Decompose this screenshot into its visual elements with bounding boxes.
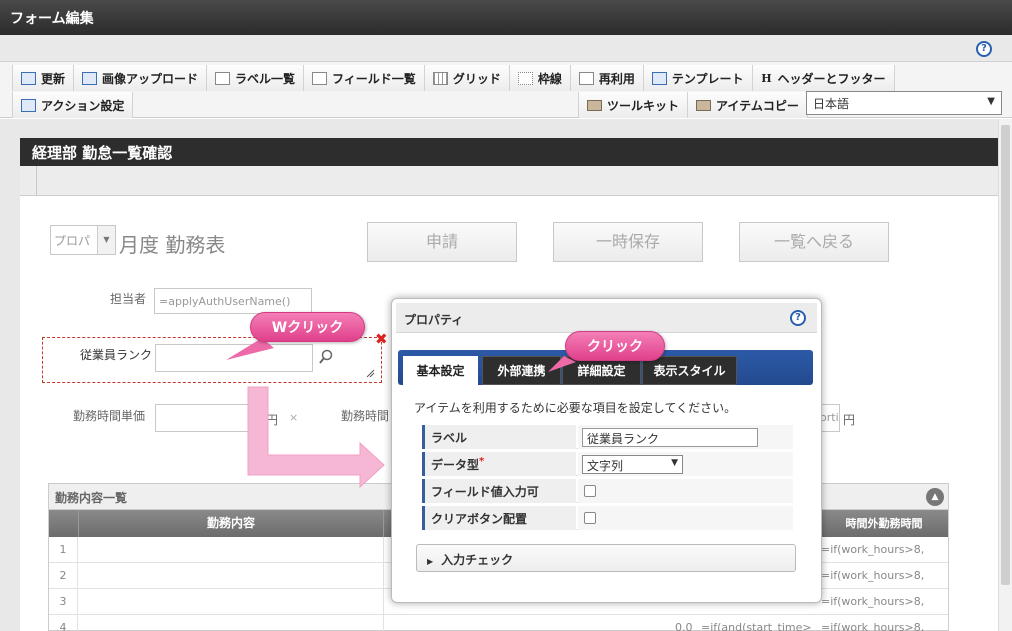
unit-price-label: 勤務時間単価	[73, 409, 146, 423]
column-divider	[383, 510, 384, 537]
refresh-button[interactable]: 更新	[12, 65, 75, 91]
chevron-down-icon: ▼	[97, 226, 115, 254]
property-value: 従業員ランク	[578, 425, 793, 449]
row-number: 1	[49, 537, 78, 563]
label-list-button[interactable]: ラベル一覧	[207, 65, 305, 91]
search-icon[interactable]	[318, 349, 334, 365]
toolbar-row: 更新 画像アップロード ラベル一覧 フィールド一覧 グリッド 枠線 再利用 テン…	[12, 65, 895, 91]
double-click-callout: Wクリック	[250, 312, 365, 342]
dialog-title: プロパティ ?	[396, 303, 817, 333]
formula-cell[interactable]: =if(and(start_time>	[701, 621, 818, 631]
close-icon[interactable]: ✖	[375, 330, 388, 348]
property-row: データ型* 文字列 ▼	[422, 452, 793, 476]
property-label: フィールド値入力可	[422, 479, 576, 503]
hours-cell: 0.0	[675, 621, 693, 631]
row-number: 4	[49, 615, 78, 631]
row-number: 2	[49, 563, 78, 589]
assignee-field[interactable]: =applyAuthUserName()	[154, 288, 312, 314]
field-list-icon	[312, 71, 328, 85]
tab-basic-settings[interactable]: 基本設定	[403, 356, 478, 385]
right-unit-label: 円	[843, 413, 856, 427]
scrollbar-thumb[interactable]	[1001, 125, 1010, 585]
grid-button[interactable]: グリッド	[424, 65, 510, 91]
column-divider	[383, 589, 384, 615]
assignee-label: 担当者	[110, 292, 147, 306]
image-upload-button[interactable]: 画像アップロード	[74, 65, 208, 91]
toolbar-row: アクション設定	[12, 92, 134, 118]
formula-cell[interactable]: =if(work_hours>8,	[821, 621, 948, 631]
form-heading: 月度 勤務表	[119, 233, 226, 257]
template-icon	[651, 71, 667, 85]
resize-handle-icon[interactable]	[366, 369, 375, 378]
window-title: フォーム編集	[0, 0, 1012, 35]
formula-cell[interactable]: =if(work_hours>8,	[821, 569, 948, 582]
column-divider	[383, 563, 384, 589]
item-copy-icon	[696, 99, 712, 111]
action-settings-icon	[21, 98, 36, 112]
border-icon	[517, 71, 533, 85]
collapse-icon[interactable]: ▲	[926, 488, 944, 506]
month-select[interactable]: プロパ ▼	[50, 225, 116, 255]
form-subheader	[20, 166, 998, 196]
formula-cell[interactable]: =if(work_hours>8,	[821, 595, 948, 608]
row-number: 3	[49, 589, 78, 615]
field-list-button[interactable]: フィールド一覧	[304, 65, 425, 91]
action-settings-button[interactable]: アクション設定	[12, 92, 134, 118]
divider	[36, 166, 37, 196]
clear-button-checkbox[interactable]	[584, 512, 596, 524]
grid-icon	[432, 71, 448, 85]
chevron-right-icon: ▶	[427, 557, 434, 566]
property-label: データ型*	[422, 452, 576, 476]
back-to-list-button[interactable]: 一覧へ戻る	[739, 222, 889, 262]
property-label: クリアボタン配置	[422, 506, 576, 530]
arrow-annotation	[247, 386, 385, 489]
reuse-icon	[578, 71, 594, 85]
required-mark: *	[479, 456, 485, 467]
dialog-description: アイテムを利用するために必要な項目を設定してください。	[414, 401, 737, 415]
table-row: 4 0.0 =if(and(start_time> =if(work_hours…	[49, 615, 948, 631]
field-input-checkbox[interactable]	[584, 485, 596, 497]
label-input[interactable]: 従業員ランク	[582, 428, 758, 447]
property-value	[578, 479, 793, 503]
property-label: ラベル	[422, 425, 576, 449]
label-list-icon	[215, 71, 231, 85]
toolbar-row: ツールキット アイテムコピー	[578, 92, 808, 118]
item-copy-button[interactable]: アイテムコピー	[688, 92, 808, 118]
column-header-overtime: 時間外勤務時間	[819, 510, 948, 537]
header-footer-button[interactable]: H ヘッダーとフッター	[752, 65, 895, 91]
template-button[interactable]: テンプレート	[643, 65, 753, 91]
rank-label: 従業員ランク	[80, 348, 153, 362]
column-divider	[383, 615, 384, 631]
apply-button[interactable]: 申請	[367, 222, 517, 262]
formula-cell[interactable]: =if(work_hours>8,	[821, 543, 948, 556]
vertical-scrollbar[interactable]	[998, 119, 1012, 631]
help-icon[interactable]: ?	[976, 41, 992, 57]
image-upload-icon	[82, 71, 98, 85]
chevron-down-icon: ▼	[671, 458, 678, 468]
property-row: クリアボタン配置	[422, 506, 793, 530]
temp-save-button[interactable]: 一時保存	[553, 222, 703, 262]
header-footer-icon: H	[761, 71, 772, 85]
language-select[interactable]: 日本語 ▼	[806, 91, 1002, 115]
property-row: フィールド値入力可	[422, 479, 793, 503]
toolkit-button[interactable]: ツールキット	[578, 92, 689, 118]
property-row: ラベル 従業員ランク	[422, 425, 793, 449]
column-divider	[383, 537, 384, 563]
refresh-icon	[21, 71, 36, 85]
tab-display-style[interactable]: 表示スタイル	[642, 356, 737, 385]
toolkit-icon	[587, 99, 602, 111]
help-bar: ?	[0, 35, 1012, 62]
chevron-down-icon: ▼	[987, 96, 995, 107]
click-callout: クリック	[565, 331, 665, 361]
column-header-content: 勤務内容	[78, 510, 383, 537]
help-icon[interactable]: ?	[790, 310, 806, 326]
form-title: 経理部 勤怠一覧確認	[20, 138, 998, 166]
property-value	[578, 506, 793, 530]
reuse-button[interactable]: 再利用	[570, 65, 644, 91]
input-check-section[interactable]: ▶ 入力チェック	[416, 544, 796, 572]
data-type-select[interactable]: 文字列 ▼	[582, 455, 683, 474]
border-button[interactable]: 枠線	[509, 65, 571, 91]
property-value: 文字列 ▼	[578, 452, 793, 476]
